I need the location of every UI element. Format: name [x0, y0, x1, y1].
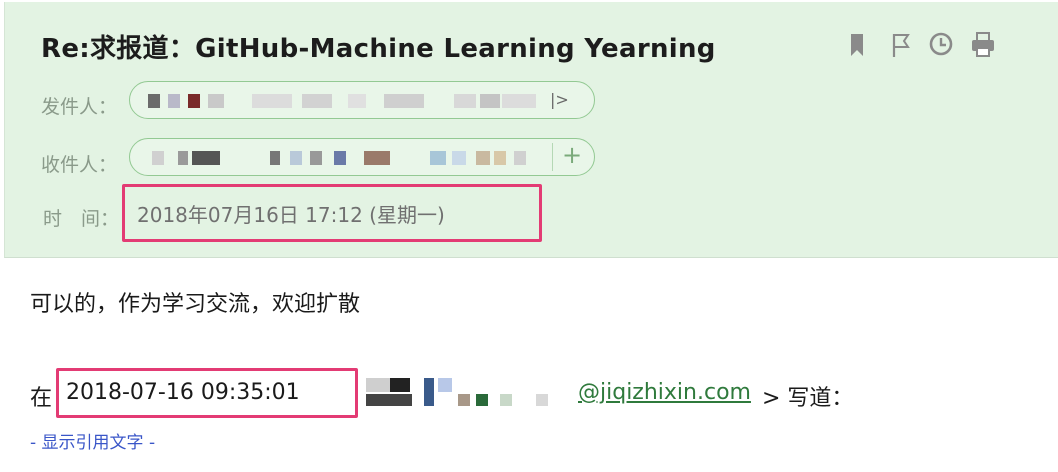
redacted-recipient [430, 151, 446, 165]
redacted-email [252, 94, 292, 108]
clock-icon[interactable] [927, 30, 955, 60]
sender-trailing: |> [550, 90, 569, 109]
flag-icon[interactable] [887, 30, 915, 60]
show-quoted-text-link[interactable]: - 显示引用文字 - [30, 428, 155, 453]
redacted-email [348, 94, 366, 108]
redacted-sender [458, 394, 470, 406]
redacted-recipient [310, 151, 322, 165]
quote-suffix: > 写道： [762, 386, 854, 411]
recipient-label: 收件人： [41, 154, 118, 176]
redacted-recipient [452, 151, 466, 165]
quote-attribution: 在 2018-07-16 09:35:01 @jiqizhixin.com > … [30, 368, 1030, 418]
sender-label: 发件人： [41, 96, 118, 118]
redacted-email [480, 94, 500, 108]
redacted-email [454, 94, 476, 108]
redacted-sender [476, 394, 488, 406]
redacted-sender [438, 378, 452, 392]
redacted-sender [366, 394, 412, 406]
print-icon[interactable] [969, 30, 997, 60]
redacted-recipient [334, 151, 346, 165]
add-recipient-button[interactable]: + [562, 141, 582, 169]
redacted-recipient [514, 151, 526, 165]
bookmark-icon[interactable] [843, 30, 871, 60]
time-label: 时 间： [43, 208, 120, 230]
redacted-recipient [178, 151, 188, 165]
redacted-name [148, 94, 160, 108]
redacted-name [168, 94, 180, 108]
redacted-recipient [192, 151, 220, 165]
quote-prefix: 在 [30, 386, 53, 411]
redacted-recipient [364, 151, 390, 165]
redacted-recipient [494, 151, 506, 165]
redacted-sender [500, 394, 512, 406]
quote-email-link[interactable]: @jiqizhixin.com [578, 380, 751, 405]
plus-separator [552, 143, 553, 171]
redacted-recipient [476, 151, 490, 165]
redacted-recipient [152, 151, 164, 165]
redacted-recipient [270, 151, 280, 165]
time-value: 2018年07月16日 17:12 (星期一) [137, 203, 445, 227]
redacted-sender [390, 378, 410, 392]
redacted-sender [424, 378, 434, 406]
mail-subject: Re:求报道：GitHub-Machine Learning Yearning [41, 34, 716, 64]
sender-pill[interactable]: |> [129, 81, 595, 119]
recipient-pill[interactable]: + [129, 138, 595, 176]
quote-datetime: 2018-07-16 09:35:01 [66, 380, 300, 405]
redacted-name [208, 94, 224, 108]
redacted-recipient [290, 151, 302, 165]
redacted-email [384, 94, 424, 108]
redacted-name [188, 94, 200, 108]
redacted-sender [536, 394, 548, 406]
redacted-email [502, 94, 536, 108]
redacted-email [302, 94, 332, 108]
message-body: 可以的，作为学习交流，欢迎扩散 [30, 292, 361, 317]
